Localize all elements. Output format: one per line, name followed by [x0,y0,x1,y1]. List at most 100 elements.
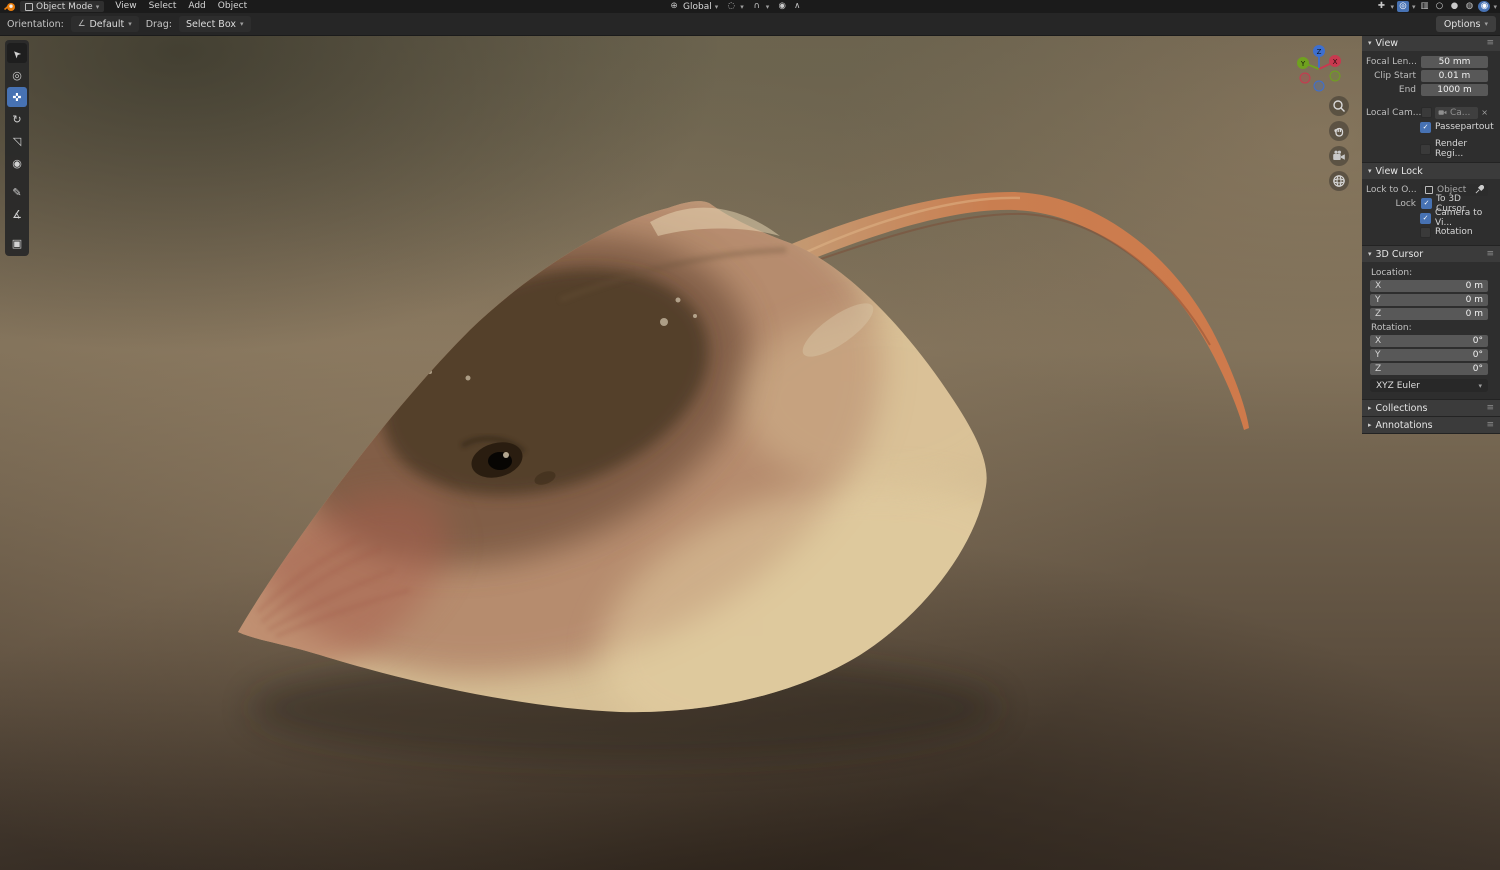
panel-view-title: View [1375,37,1399,49]
drag-grip-icon[interactable]: ≡ [1486,38,1494,48]
cursor-location-y-field[interactable]: Y 0 m [1370,293,1488,306]
tool-tweak-select[interactable]: ➤ [7,43,27,63]
panel-collections-header[interactable]: ▸ Collections ≡ [1362,400,1500,416]
viewport-3d[interactable] [0,0,1500,870]
camera-icon [1333,150,1345,160]
cursor-rotation-z-row: Z 0° [1366,362,1488,375]
cursor-rotation-x-field[interactable]: X 0° [1370,334,1488,347]
chevron-down-icon[interactable]: ▾ [1493,3,1497,11]
lock-rotation-checkbox[interactable] [1420,226,1431,238]
tool-annotate[interactable]: ✎ [7,182,27,202]
clip-end-label: End [1398,84,1416,95]
axis-label: X [1375,280,1382,291]
rotation-mode-dropdown[interactable]: XYZ Euler ▾ [1370,379,1488,392]
focal-length-label: Focal Len... [1366,56,1417,67]
chevron-down-icon[interactable]: ▾ [1390,3,1394,11]
tool-rotate[interactable]: ↻ [7,109,27,129]
options-button[interactable]: Options ▾ [1435,16,1496,32]
panel-view-header[interactable]: ▾ View ≡ [1362,35,1500,51]
orientation-dropdown[interactable]: ∠ Default ▾ [70,16,139,32]
cursor-rotation-y-field[interactable]: Y 0° [1370,348,1488,361]
tool-move[interactable]: ✜ [7,87,27,107]
menu-object[interactable]: Object [212,0,253,13]
stingray-render [238,192,1249,760]
shading-solid-button[interactable]: ● [1448,1,1460,12]
axis-label: X [1375,335,1382,346]
menu-view[interactable]: View [109,0,142,13]
snap-dropdown[interactable]: ∩ ▾ [751,1,770,12]
proportional-editing-dropdown[interactable]: ◉ ∧ [776,1,803,12]
pan-button[interactable] [1329,121,1349,141]
show-gizmo-toggle[interactable]: ✚ [1375,1,1387,12]
grid-sphere-icon [1333,175,1345,187]
local-camera-field[interactable]: Ca... [1435,106,1479,119]
xray-toggle[interactable]: ▥ [1418,1,1430,12]
cursor-location-x-field[interactable]: X 0 m [1370,279,1488,292]
drag-grip-icon[interactable]: ≡ [1486,249,1494,259]
menu-add[interactable]: Add [182,0,211,13]
tool-add-cube[interactable]: ▣ [7,233,27,253]
clip-end-field[interactable]: 1000 m [1421,83,1488,96]
close-icon[interactable]: × [1481,108,1488,117]
axis-value: 0° [1472,335,1483,346]
shading-material-button[interactable]: ◍ [1463,1,1475,12]
passepartout-checkbox[interactable]: ✓ [1420,121,1431,133]
axis-value: 0 m [1465,294,1483,305]
perspective-toggle-button[interactable] [1329,171,1349,191]
drag-grip-icon[interactable]: ≡ [1486,403,1494,413]
scale-icon: ◹ [12,134,22,148]
gizmo-x-label[interactable]: X [1333,58,1338,66]
transform-orientation-dropdown[interactable]: ⊕ Global ▾ [668,1,718,12]
chevron-down-icon[interactable]: ▾ [1412,3,1416,11]
check-icon: ✓ [1422,122,1429,131]
clip-start-field[interactable]: 0.01 m [1421,69,1488,82]
zoom-button[interactable] [1329,96,1349,116]
tool-transform[interactable]: ◉ [7,153,27,173]
chevron-down-icon: ▾ [714,2,719,11]
tool-measure[interactable]: ∡ [7,204,27,224]
render-region-checkbox[interactable] [1420,143,1431,155]
axis-value: 0° [1472,363,1483,374]
clip-start-value: 0.01 m [1438,70,1471,81]
viewport-nav-buttons [1329,96,1349,191]
shading-wireframe-button[interactable]: ○ [1433,1,1445,12]
pivot-point-dropdown[interactable]: ◌ ▾ [725,1,744,12]
transform-controls: ⊕ Global ▾ ◌ ▾ ∩ ▾ ◉ ∧ [668,0,803,13]
tool-scale[interactable]: ◹ [7,131,27,151]
cursor-rotation-z-field[interactable]: Z 0° [1370,362,1488,375]
axis-value: 0 m [1465,308,1483,319]
drag-label: Drag: [145,18,172,30]
lock-rotation-label: Rotation [1435,227,1473,237]
camera-to-view-checkbox[interactable]: ✓ [1420,212,1431,224]
panel-3d-cursor-header[interactable]: ▾ 3D Cursor ≡ [1362,246,1500,262]
viewport-header: Orientation: ∠ Default ▾ Drag: Select Bo… [0,13,1500,36]
panel-annotations-header[interactable]: ▸ Annotations ≡ [1362,417,1500,433]
focal-length-row: Focal Len... 50 mm [1366,55,1488,68]
chevron-down-icon: ▾ [128,20,132,28]
blender-logo-icon[interactable] [4,2,16,12]
gizmo-z-label[interactable]: Z [1317,48,1322,56]
gizmo-y-label[interactable]: Y [1300,60,1306,68]
clip-start-row: Clip Start 0.01 m [1366,69,1488,82]
shading-rendered-button[interactable]: ◉ [1478,1,1491,12]
local-camera-checkbox[interactable] [1421,107,1432,118]
drag-grip-icon[interactable]: ≡ [1486,420,1494,430]
navigation-gizmo[interactable]: Z Y X [1290,38,1348,96]
focal-length-field[interactable]: 50 mm [1421,55,1488,68]
show-overlays-toggle[interactable]: ◎ [1396,1,1409,12]
panel-collections: ▸ Collections ≡ [1362,400,1500,417]
passepartout-row: ✓ Passepartout [1420,121,1494,133]
mode-selector[interactable]: Object Mode ▾ [20,1,105,12]
drag-dropdown[interactable]: Select Box ▾ [178,16,251,32]
menu-select[interactable]: Select [143,0,183,13]
cursor-location-z-field[interactable]: Z 0 m [1370,307,1488,320]
to-3d-cursor-checkbox[interactable]: ✓ [1421,198,1432,209]
panel-view-lock-header[interactable]: ▾ View Lock [1362,163,1500,179]
tweak-select-icon: ➤ [10,46,24,60]
local-camera-label: Local Cam... [1366,107,1421,118]
cursor-location-z-row: Z 0 m [1366,307,1488,320]
move-icon: ✜ [12,90,22,104]
tool-cursor[interactable]: ◎ [7,65,27,85]
chevron-down-icon: ▾ [1368,250,1372,258]
camera-view-button[interactable] [1329,146,1349,166]
